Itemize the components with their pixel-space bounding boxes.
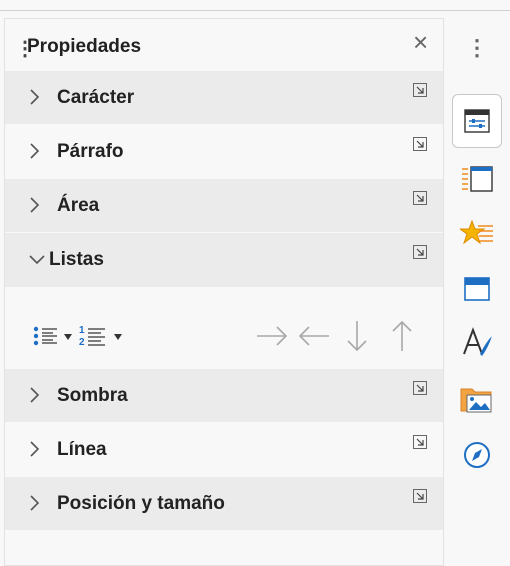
deck-menu-icon[interactable]: ⋮ — [452, 28, 502, 68]
section-lists[interactable]: Listas — [5, 233, 443, 287]
unordered-list-icon[interactable] — [33, 325, 59, 347]
more-options-icon[interactable] — [413, 137, 429, 153]
sidebar-deck: ⋮ — [444, 18, 510, 566]
chevron-down-icon — [29, 255, 45, 265]
navigator-frame-icon — [464, 277, 490, 301]
more-options-icon[interactable] — [413, 245, 429, 261]
more-options-icon[interactable] — [413, 381, 429, 397]
dropdown-arrow-icon[interactable] — [113, 333, 123, 341]
chevron-right-icon — [30, 143, 40, 159]
section-area[interactable]: Área — [5, 179, 443, 233]
move-up-icon[interactable] — [390, 319, 414, 353]
ordered-list-icon[interactable]: 1 2 — [79, 323, 107, 349]
menu-icon[interactable]: ⋮ — [466, 35, 488, 61]
chevron-right-icon — [30, 441, 40, 457]
panel-title: Propiedades — [27, 36, 142, 57]
deck-tab-functions[interactable] — [452, 316, 502, 370]
more-options-icon[interactable] — [413, 83, 429, 99]
section-label: Listas — [49, 249, 104, 270]
top-divider — [0, 10, 510, 11]
properties-panel: ⋮ Propiedades × Carácter Párrafo Área Li… — [4, 18, 444, 566]
deck-tab-properties[interactable] — [452, 94, 502, 148]
deck-tab-styles[interactable] — [452, 152, 502, 206]
move-left-icon[interactable] — [297, 323, 331, 349]
chevron-right-icon — [30, 197, 40, 213]
section-label: Párrafo — [57, 141, 124, 162]
section-shadow[interactable]: Sombra — [5, 369, 443, 423]
lists-toolbar: 1 2 — [5, 305, 443, 369]
section-position-size[interactable]: Posición y tamaño — [5, 477, 443, 531]
image-gallery-icon — [460, 388, 492, 413]
dropdown-arrow-icon[interactable] — [63, 333, 73, 341]
deck-tab-navigator-frame[interactable] — [452, 262, 502, 316]
gallery-icon — [460, 219, 493, 245]
functions-icon — [463, 327, 492, 356]
section-line[interactable]: Línea — [5, 423, 443, 477]
deck-tab-image-gallery[interactable] — [452, 372, 502, 426]
more-options-icon[interactable] — [413, 435, 429, 451]
properties-icon — [464, 109, 490, 133]
navigator-icon — [464, 442, 490, 468]
section-label: Carácter — [57, 87, 135, 108]
section-label: Posición y tamaño — [57, 493, 225, 514]
move-right-icon[interactable] — [255, 323, 289, 349]
move-down-icon[interactable] — [345, 319, 369, 353]
more-options-icon[interactable] — [413, 191, 429, 207]
section-label: Área — [57, 195, 100, 216]
svg-text:2: 2 — [79, 337, 85, 348]
chevron-right-icon — [30, 89, 40, 105]
section-paragraph[interactable]: Párrafo — [5, 125, 443, 179]
deck-tab-navigator[interactable] — [452, 428, 502, 482]
chevron-right-icon — [30, 495, 40, 511]
svg-text:1: 1 — [79, 325, 85, 336]
close-icon[interactable]: × — [413, 29, 428, 55]
section-character[interactable]: Carácter — [5, 71, 443, 125]
chevron-right-icon — [30, 387, 40, 403]
section-label: Sombra — [57, 385, 128, 406]
section-label: Línea — [57, 439, 107, 460]
styles-icon — [462, 166, 493, 192]
more-options-icon[interactable] — [413, 489, 429, 505]
panel-titlebar: ⋮ Propiedades × — [5, 19, 443, 71]
deck-tab-gallery[interactable] — [452, 206, 502, 260]
